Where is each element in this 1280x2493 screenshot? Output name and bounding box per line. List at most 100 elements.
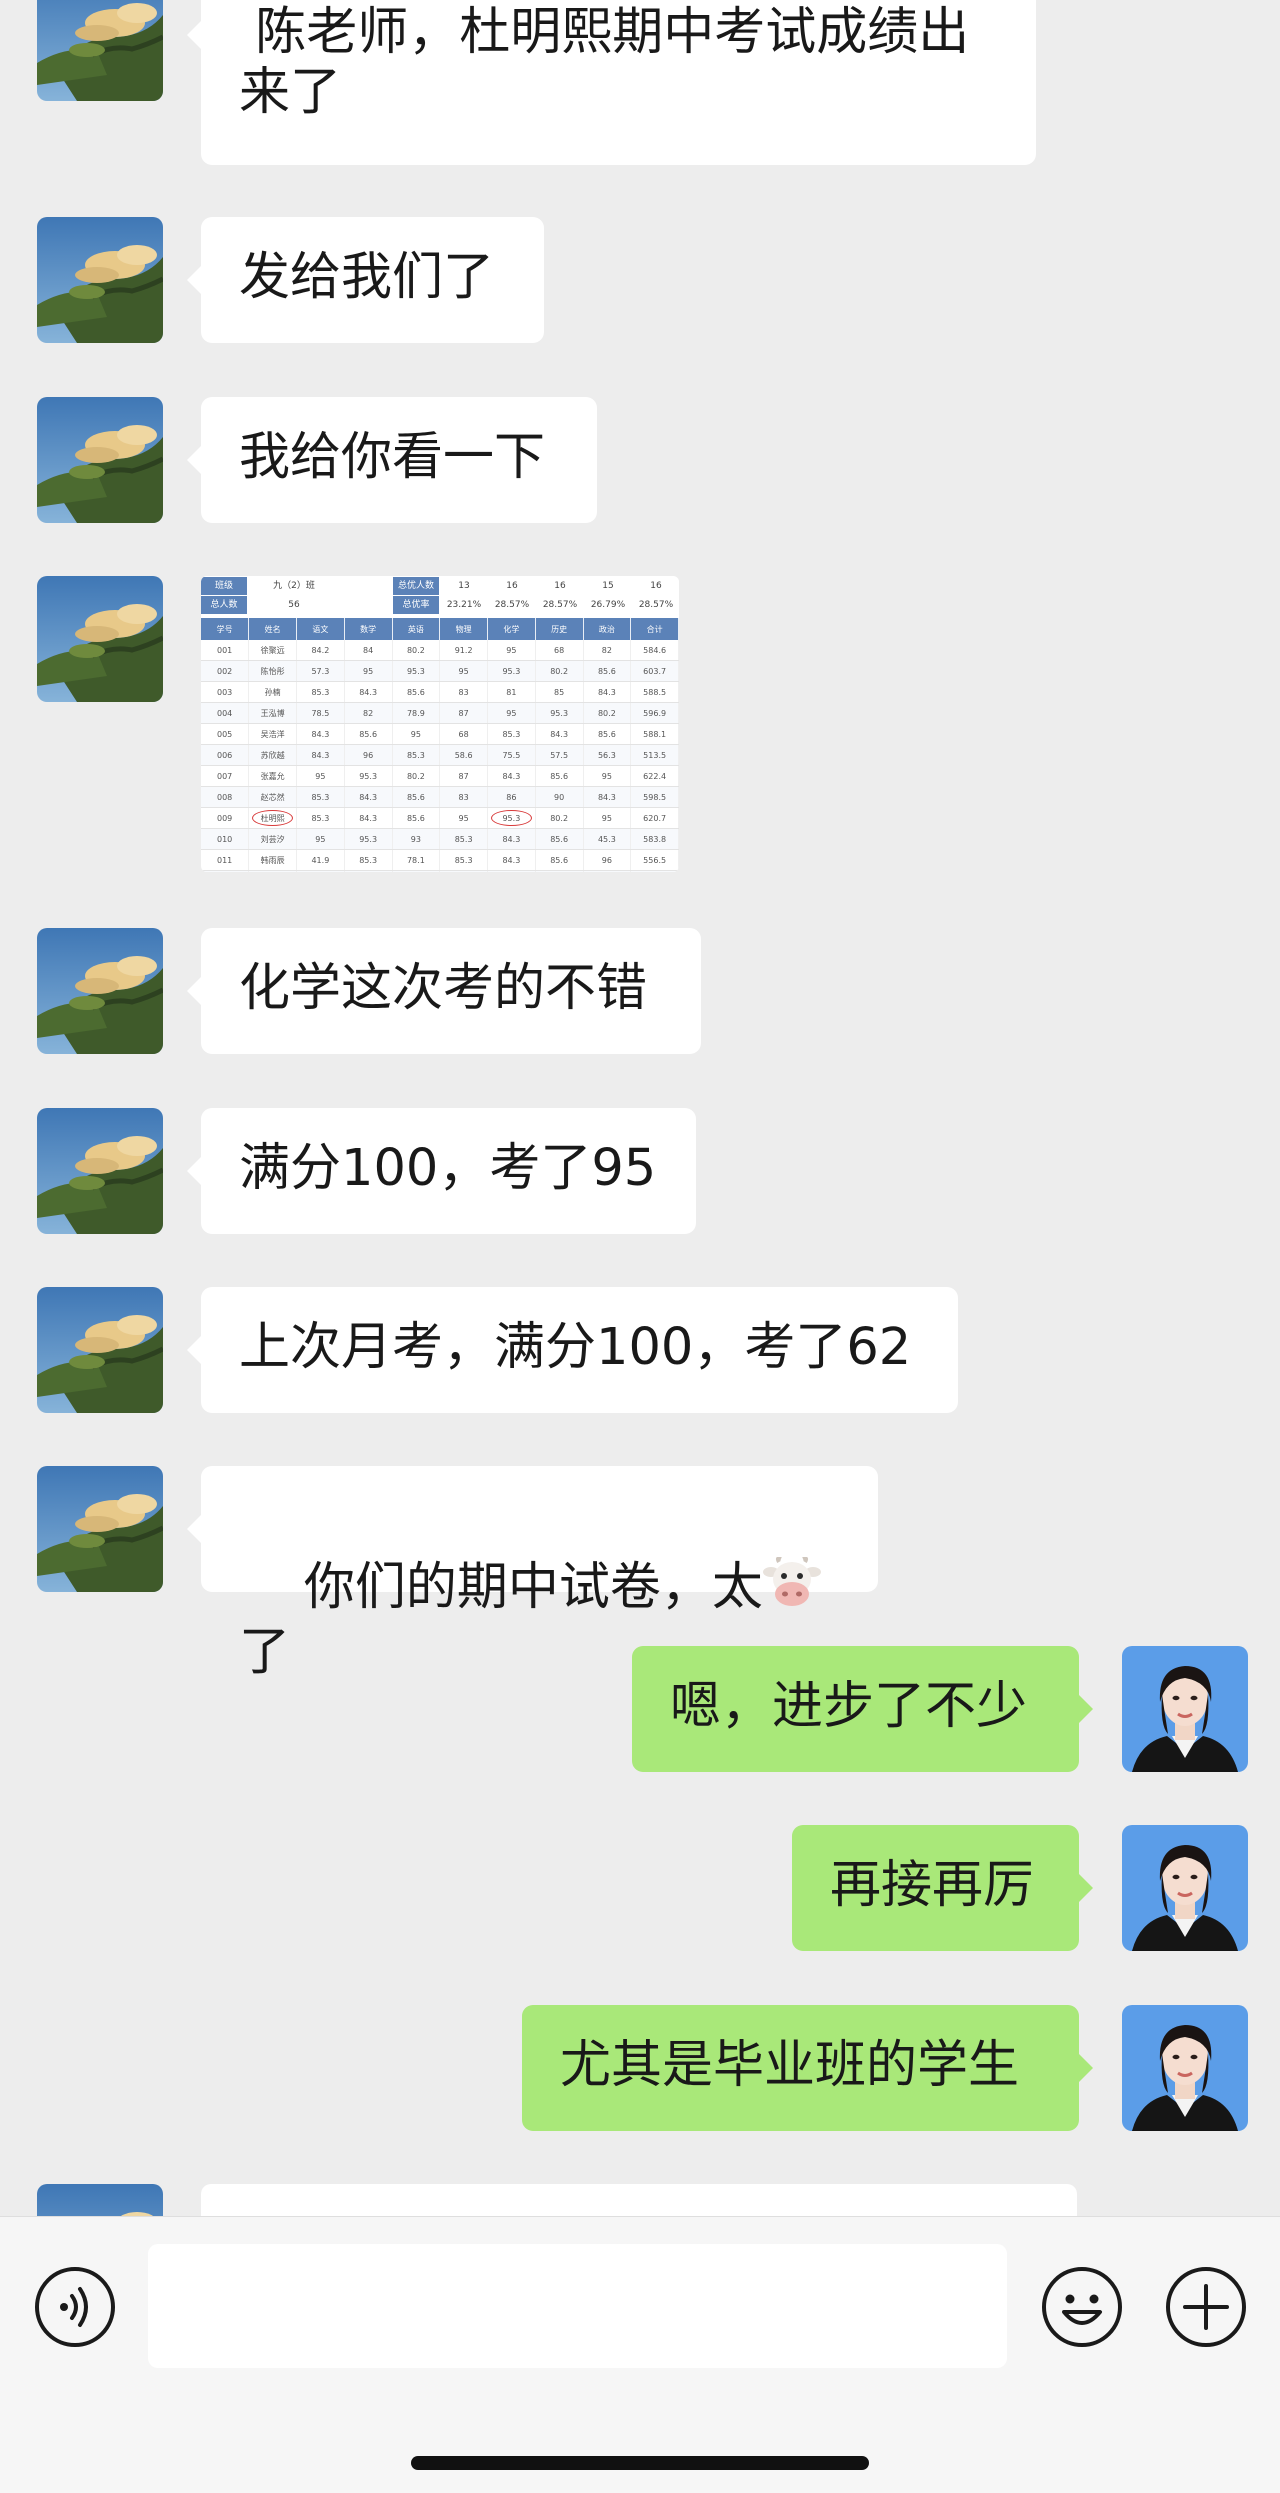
score-table-cell: 93 bbox=[392, 828, 441, 850]
score-table-cell: 588.1 bbox=[630, 723, 679, 745]
score-table-cell: 80.2 bbox=[583, 702, 632, 724]
message-text: 了 bbox=[239, 1623, 291, 1682]
score-table-cell: 596.9 bbox=[630, 702, 679, 724]
contact-avatar[interactable] bbox=[37, 1108, 163, 1234]
portrait-icon bbox=[1122, 1825, 1248, 1951]
message-bubble-outgoing[interactable]: 嗯，进步了不少 bbox=[632, 1646, 1093, 1772]
score-table-cell: 001 bbox=[201, 640, 250, 661]
my-avatar[interactable] bbox=[1122, 1646, 1248, 1772]
score-table-cell: 85.3 bbox=[344, 849, 393, 871]
message-bubble-incoming[interactable]: 满分100，考了95 bbox=[187, 1108, 696, 1234]
score-table-cell: 徐聚远 bbox=[248, 640, 297, 661]
contact-avatar[interactable] bbox=[37, 1287, 163, 1413]
score-table-cell: 84.3 bbox=[296, 744, 345, 766]
more-options-button[interactable] bbox=[1165, 2266, 1247, 2348]
score-table-column-header: 数学 bbox=[344, 618, 393, 640]
score-table-row: 001 徐聚远 84.2 84 80.2 91.2 95 68 82 584.6 bbox=[201, 640, 679, 661]
score-table-cell: 84 bbox=[344, 640, 393, 661]
message-bubble-incoming[interactable]: 你们的期中试卷，太 了 bbox=[187, 1466, 878, 1682]
score-table-cell: 85.6 bbox=[392, 681, 441, 703]
score-table-column-header: 历史 bbox=[535, 618, 584, 640]
message-text: 你们的期中试卷，太 bbox=[303, 1558, 763, 1617]
score-table-cell: 82 bbox=[583, 640, 632, 661]
score-table-cell: 86 bbox=[487, 786, 536, 808]
score-table-cell: 81 bbox=[487, 681, 536, 703]
score-table-cell: 56.3 bbox=[583, 744, 632, 766]
message-bubble-incoming[interactable]: 陈老师，杜明熙期中考试成绩出 来了 bbox=[187, 0, 1036, 165]
score-table-row: 011 韩雨辰 41.9 85.3 78.1 85.3 84.3 85.6 96 556.5 bbox=[201, 849, 679, 871]
contact-avatar[interactable] bbox=[37, 928, 163, 1054]
score-table-cell: 张嘉允 bbox=[248, 765, 297, 787]
score-table-cell: 83 bbox=[583, 870, 632, 872]
class-label: 班级 bbox=[201, 577, 247, 595]
score-table-cell: 85.6 bbox=[344, 723, 393, 745]
score-table-cell: 96 bbox=[344, 744, 393, 766]
score-table-cell: 85.3 bbox=[344, 870, 393, 872]
my-avatar[interactable] bbox=[1122, 2005, 1248, 2131]
message-bubble-incoming[interactable]: 上次月考，满分100，考了62 bbox=[187, 1287, 958, 1413]
excellent-rate: 26.79% bbox=[590, 600, 626, 610]
score-table-cell: 41.9 bbox=[296, 849, 345, 871]
score-sheet-image[interactable]: 班级 九（2）班 总人数 56 总优人数 总优率 13 16 16 15 16 … bbox=[201, 576, 679, 872]
score-table-cell: 刘芸汐 bbox=[248, 828, 297, 850]
score-table-cell: 84.3 bbox=[344, 807, 393, 829]
score-table-cell: 85 bbox=[535, 681, 584, 703]
score-table-column-header: 政治 bbox=[583, 618, 632, 640]
emoji-button[interactable] bbox=[1041, 2266, 1123, 2348]
score-table-cell: 85.3 bbox=[296, 681, 345, 703]
score-table-cell: 孙楠 bbox=[248, 681, 297, 703]
excellent-rate-label: 总优率 bbox=[393, 596, 439, 614]
score-table-cell: 84.3 bbox=[487, 870, 536, 872]
score-table-cell: 95 bbox=[344, 660, 393, 682]
chat-message-list[interactable]: 陈老师，杜明熙期中考试成绩出 来了 发给我们了 我给你看一下 班级 九（2）班 … bbox=[0, 0, 1280, 2216]
score-table-cell: 80.2 bbox=[535, 660, 584, 682]
score-table-cell: 78.9 bbox=[392, 702, 441, 724]
score-table-cell: 85.6 bbox=[535, 849, 584, 871]
message-text-input[interactable] bbox=[148, 2244, 1007, 2368]
contact-avatar[interactable] bbox=[37, 1466, 163, 1592]
message-bubble-incoming[interactable]: 化学这次考的不错 bbox=[187, 928, 701, 1054]
my-avatar[interactable] bbox=[1122, 1825, 1248, 1951]
contact-avatar[interactable] bbox=[37, 397, 163, 523]
contact-avatar[interactable] bbox=[37, 217, 163, 343]
tree-blossom-icon bbox=[37, 576, 163, 702]
score-table-cell: 85.6 bbox=[583, 723, 632, 745]
contact-avatar[interactable] bbox=[37, 576, 163, 702]
tree-blossom-icon bbox=[37, 217, 163, 343]
score-table-cell: 80.2 bbox=[392, 640, 441, 661]
class-value: 九（2）班 bbox=[273, 581, 315, 591]
score-table-cell: 008 bbox=[201, 786, 250, 808]
plus-icon bbox=[1166, 2267, 1246, 2347]
contact-avatar[interactable] bbox=[37, 2184, 163, 2216]
score-table-cell: 95 bbox=[439, 807, 488, 829]
score-table-cell: 84.3 bbox=[583, 681, 632, 703]
score-table-cell: 杜明熙 bbox=[248, 807, 297, 829]
message-bubble-outgoing[interactable]: 再接再厉 bbox=[792, 1825, 1093, 1951]
voice-input-button[interactable] bbox=[34, 2266, 116, 2348]
score-table-cell: 006 bbox=[201, 744, 250, 766]
message-bubble-incoming[interactable] bbox=[201, 2184, 1077, 2216]
home-indicator[interactable] bbox=[411, 2456, 869, 2470]
score-table-cell: 80.2 bbox=[535, 807, 584, 829]
score-table-cell: 95 bbox=[487, 702, 536, 724]
score-table-cell: 85.6 bbox=[535, 828, 584, 850]
score-table-cell: 85.3 bbox=[439, 828, 488, 850]
score-table-cell: 556.5 bbox=[630, 849, 679, 871]
tree-blossom-icon bbox=[37, 1466, 163, 1592]
score-table-cell: 95.3 bbox=[344, 828, 393, 850]
contact-avatar[interactable] bbox=[37, 0, 163, 101]
tree-blossom-icon bbox=[37, 928, 163, 1054]
message-bubble-outgoing[interactable]: 尤其是毕业班的学生 bbox=[522, 2005, 1093, 2131]
message-input-bar bbox=[0, 2216, 1280, 2493]
score-table-cell: 83 bbox=[439, 681, 488, 703]
score-table-cell: 85.6 bbox=[535, 870, 584, 872]
score-table-cell: 75.5 bbox=[487, 744, 536, 766]
score-table-cell: 96 bbox=[583, 849, 632, 871]
score-table-cell: 85.3 bbox=[439, 849, 488, 871]
score-table-row: 010 刘芸汐 95 95.3 93 85.3 84.3 85.6 45.3 583.8 bbox=[201, 828, 679, 850]
score-table-cell: 95 bbox=[392, 723, 441, 745]
message-bubble-incoming[interactable]: 发给我们了 bbox=[187, 217, 544, 343]
score-table-cell: 004 bbox=[201, 702, 250, 724]
score-table-cell: 85.3 bbox=[487, 723, 536, 745]
message-bubble-incoming[interactable]: 我给你看一下 bbox=[187, 397, 597, 523]
